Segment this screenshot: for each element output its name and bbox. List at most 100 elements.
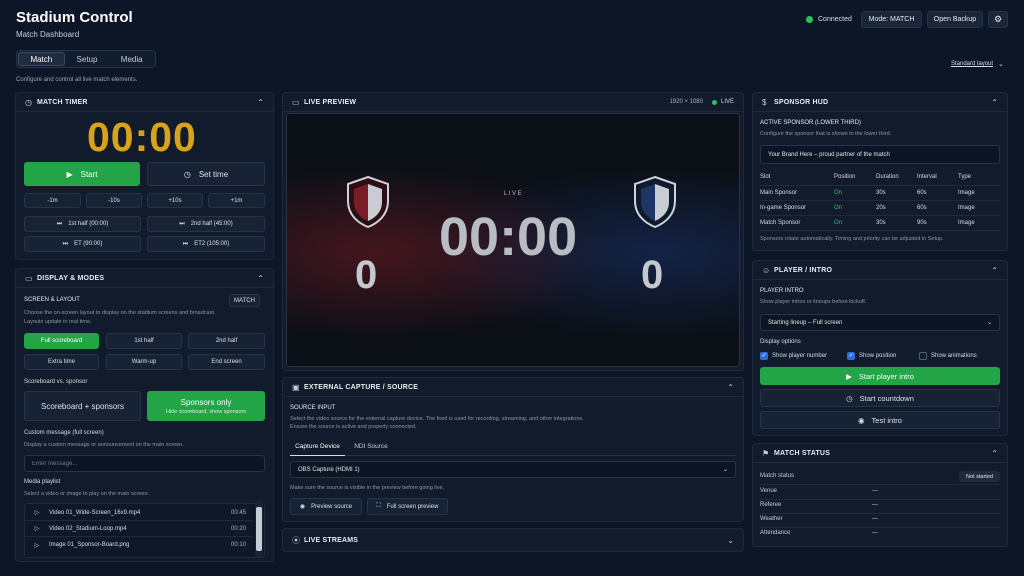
mode-button[interactable]: Mode: MATCH [861,11,922,28]
full-screen-label: Full screen preview [386,503,439,510]
adjust-plus-1m-button[interactable]: +1m [208,193,265,208]
custom-message-input[interactable] [24,455,265,472]
panel-title: LIVE PREVIEW [304,98,357,106]
table-row[interactable]: Main Sponsor On 30s 60s Image [760,185,1000,201]
standard-layout-link[interactable]: Standard layout [951,61,993,67]
table-row[interactable]: In-game Sponsor On 20s 60s Image [760,200,1000,216]
period-icon: ⏭ [182,240,189,247]
status-dot-icon [806,16,813,23]
chevron-up-icon[interactable]: ⌃ [257,98,264,107]
period-1st-half-button[interactable]: ⏭ 1st half (00:00) [24,216,141,232]
intro-type-select[interactable]: Starting lineup – Full screen ⌄ [760,314,1000,331]
capture-desc: Select the video source for the external… [290,416,584,422]
cell-duration: 20s [876,200,917,216]
period-et-button[interactable]: ⏭ ET (90:00) [24,236,141,252]
scoreboard-sponsors-button[interactable]: Scoreboard + sponsors [24,391,141,421]
period-2nd-half-button[interactable]: ⏭ 2nd half (45:00) [147,216,265,232]
set-time-button[interactable]: ◷ Set time [147,162,265,186]
chevron-up-icon[interactable]: ⌃ [991,266,998,275]
show-animations-checkbox[interactable]: Show animations [919,352,977,360]
match-badge[interactable]: MATCH [229,294,260,307]
list-item[interactable]: ▷ Video 01_Wide-Screen_16x9.mp4 00:45 [25,505,253,521]
layout-1st-half[interactable]: 1st half [106,333,182,349]
show-position-checkbox[interactable]: ✓ Show position [847,352,896,360]
start-label: Start [80,169,98,179]
chevron-up-icon[interactable]: ⌃ [727,383,734,392]
match-timer-display: 00:00 [87,114,197,160]
settings-button[interactable]: ⚙ [988,11,1008,28]
flag-icon: ⚑ [762,448,770,458]
layout-end-screen[interactable]: End screen [188,354,265,370]
panel-title: LIVE STREAMS [304,536,359,544]
user-icon: ☺ [762,265,771,275]
tab-ndi-source[interactable]: NDI Source [347,437,395,456]
adjust-plus-10s-button[interactable]: +10s [147,193,203,208]
custom-msg-desc: Display a custom message or announcement… [24,442,184,448]
cell-interval: 90s [917,215,958,231]
checkbox-label: Show animations [931,353,977,359]
preview-source-button[interactable]: ◉ Preview source [290,498,362,515]
sponsors-only-button[interactable]: Sponsors only Hide scoreboard, show spon… [147,391,265,421]
weather-value: — [872,516,878,522]
play-icon: ▷ [34,510,40,516]
tab-capture-device[interactable]: Capture Device [290,437,345,456]
chevron-down-icon[interactable]: ⌄ [998,60,1004,68]
playlist-item-name: Video 01_Wide-Screen_16x9.mp4 [49,509,141,516]
scrollbar-thumb[interactable] [256,507,262,551]
column-header: Type [958,170,1000,186]
adjust-minus-10s-button[interactable]: -10s [86,193,142,208]
layout-full-scoreboard[interactable]: Full scoreboard [24,333,99,349]
capture-hint: Make sure the source is visible in the p… [290,485,445,491]
layout-extra-time[interactable]: Extra time [24,354,99,370]
column-header: Slot [760,170,834,186]
test-intro-button[interactable]: ◉ Test intro [760,411,1000,429]
start-intro-label: Start player intro [858,371,914,381]
adjust-minus-1m-button[interactable]: -1m [24,193,81,208]
home-score: 0 [355,253,378,297]
chevron-up-icon[interactable]: ⌃ [257,274,264,283]
play-icon: ▶ [846,371,852,381]
resolution-label: 1920 × 1080 [669,99,703,105]
intro-type-value: Starting lineup – Full screen [768,319,843,326]
venue-value: — [872,488,878,494]
monitor-icon: ▭ [25,273,33,283]
period-icon: ⏭ [179,220,185,227]
table-row[interactable]: Match Sponsor On 30s 90s Image [760,215,1000,231]
layout-warm-up[interactable]: Warm-up [106,354,182,370]
full-screen-preview-button[interactable]: ⛶ Full screen preview [367,498,448,515]
playlist-item-duration: 00:20 [231,525,247,532]
start-player-intro-button[interactable]: ▶ Start player intro [760,367,1000,385]
cell-interval: 60s [917,185,958,201]
sb-vs-sponsor-label: Scoreboard vs. sponsor [24,379,88,385]
play-icon: ▶ [66,169,73,179]
playlist-item-name: Image 01_Sponsor-Board.png [49,542,130,548]
playlist-scrollbar[interactable] [255,500,263,557]
cell-position: On [834,200,876,216]
attendance-label: Attendance [760,530,791,536]
start-countdown-button[interactable]: ◷ Start countdown [760,389,1000,407]
tab-setup[interactable]: Setup [65,52,110,66]
clock-icon: ◷ [846,393,853,403]
cell-duration: 30s [876,215,917,231]
list-item[interactable]: ▷ Image 01_Sponsor-Board.png 00:10 [25,537,253,553]
chevron-up-icon[interactable]: ⌃ [991,98,998,107]
table-header: Slot Position Duration Interval Type [760,170,1000,186]
start-timer-button[interactable]: ▶ Start [24,162,140,186]
checkbox-check-icon: ✓ [847,352,855,360]
list-item[interactable]: ▷ Video 02_Stadium-Loop.mp4 00:20 [25,521,253,537]
tab-media[interactable]: Media [109,52,154,66]
open-backup-button[interactable]: Open Backup [927,11,983,28]
panel-title: SPONSOR HUD [774,98,829,106]
period-et2-button[interactable]: ⏭ ET2 (105:00) [147,236,265,252]
clock-icon: ◷ [183,169,191,179]
active-sponsor-field[interactable]: Your Brand Here – proud partner of the m… [760,145,1000,164]
section-title: SCREEN & LAYOUT [24,297,80,303]
layout-2nd-half[interactable]: 2nd half [188,333,265,349]
tab-match[interactable]: Match [18,52,65,66]
chevron-up-icon[interactable]: ⌃ [991,449,998,458]
section-title: SOURCE INPUT [290,405,336,411]
show-player-number-checkbox[interactable]: ✓ Show player number [760,352,827,360]
chevron-down-icon[interactable]: ⌄ [727,536,734,545]
capture-source-select[interactable]: OBS Capture (HDMI 1) ⌄ [290,461,736,478]
column-header: Duration [876,170,917,186]
